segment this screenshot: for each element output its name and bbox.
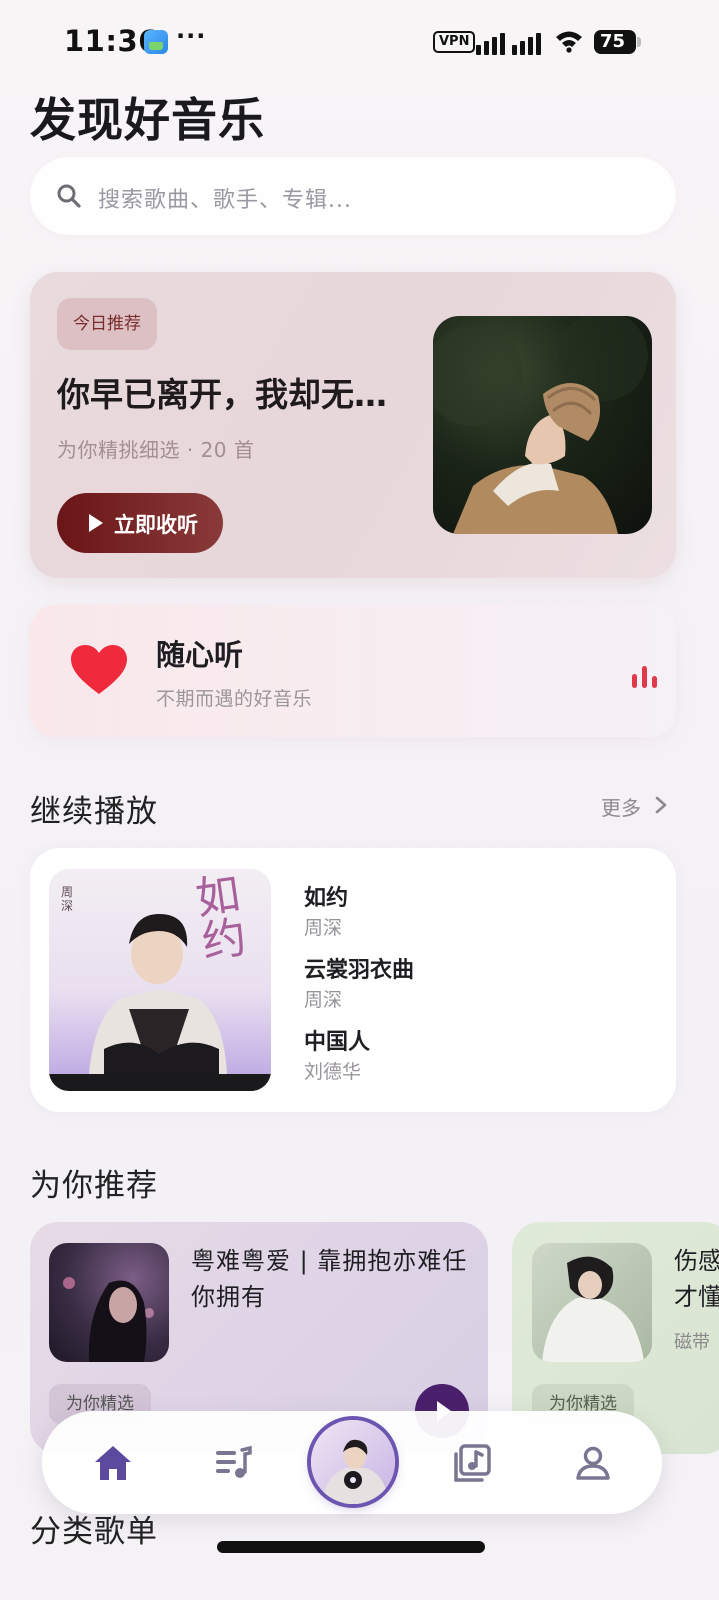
album-cover-title: 如约 [192, 869, 250, 969]
daily-playlist-meta: 为你精挑细选 · 20 首 [57, 438, 255, 462]
home-indicator [217, 1541, 485, 1553]
recommend-card-title: 粤难粤爱 | 靠拥抱亦难任你拥有 [191, 1247, 468, 1311]
battery-indicator: 75 [594, 30, 636, 54]
song-artist: 刘德华 [304, 1061, 362, 1083]
disc-cover-icon [321, 1439, 389, 1504]
app-notification-icon [144, 30, 168, 54]
recommend-cover [49, 1243, 169, 1362]
chevron-right-icon[interactable] [654, 795, 668, 815]
recommend-card-title-text: 伤感 才懂 [674, 1247, 719, 1311]
cover-person-illustration [433, 316, 648, 534]
recommend-cover-illustration [63, 1277, 154, 1362]
daily-playlist-cover[interactable] [433, 316, 652, 534]
search-icon [57, 184, 81, 208]
recommend-cover-illustration [542, 1256, 644, 1362]
now-playing-disc[interactable] [311, 1420, 395, 1504]
library-icon[interactable] [452, 1442, 494, 1484]
recommend-title: 为你推荐 [30, 1168, 158, 1204]
song-title[interactable]: 如约 [304, 880, 348, 912]
playlist-icon[interactable] [212, 1442, 254, 1484]
battery-tip [637, 37, 641, 47]
recommend-cover [532, 1243, 652, 1362]
heart-icon [71, 645, 127, 694]
album-cover[interactable]: 如约 周深 [49, 869, 271, 1091]
more-notifications-icon: ··· [176, 22, 207, 50]
profile-icon[interactable] [572, 1442, 614, 1484]
home-icon[interactable] [92, 1442, 134, 1484]
more-link[interactable]: 更多 [601, 792, 641, 821]
play-icon [89, 514, 103, 532]
daily-playlist-title: 你早已离开，我却无… [57, 375, 387, 414]
daily-recommend-badge: 今日推荐 [57, 298, 157, 350]
random-listen-subtitle: 不期而遇的好音乐 [156, 688, 313, 710]
song-title[interactable]: 云裳羽衣曲 [304, 952, 414, 984]
song-artist: 周深 [304, 989, 343, 1011]
song-title[interactable]: 中国人 [304, 1024, 370, 1056]
song-artist: 周深 [304, 917, 343, 939]
listen-now-button[interactable]: 立即收听 [57, 493, 223, 553]
continue-playing-title: 继续播放 [30, 794, 158, 830]
signal-icon [476, 33, 541, 55]
listen-now-label: 立即收听 [114, 513, 198, 537]
search-input[interactable]: 搜索歌曲、歌手、专辑... [98, 182, 352, 214]
page-title: 发现好音乐 [30, 93, 265, 147]
vpn-badge: VPN [433, 31, 476, 53]
recommend-card-subtitle: 磁带 [674, 1332, 710, 1353]
wifi-icon [556, 31, 582, 53]
album-cover-artist: 周深 [61, 885, 74, 913]
equalizer-icon[interactable] [632, 666, 658, 688]
random-listen-title: 随心听 [156, 638, 244, 672]
recommend-card-title: 伤感 才懂 [674, 1243, 719, 1315]
